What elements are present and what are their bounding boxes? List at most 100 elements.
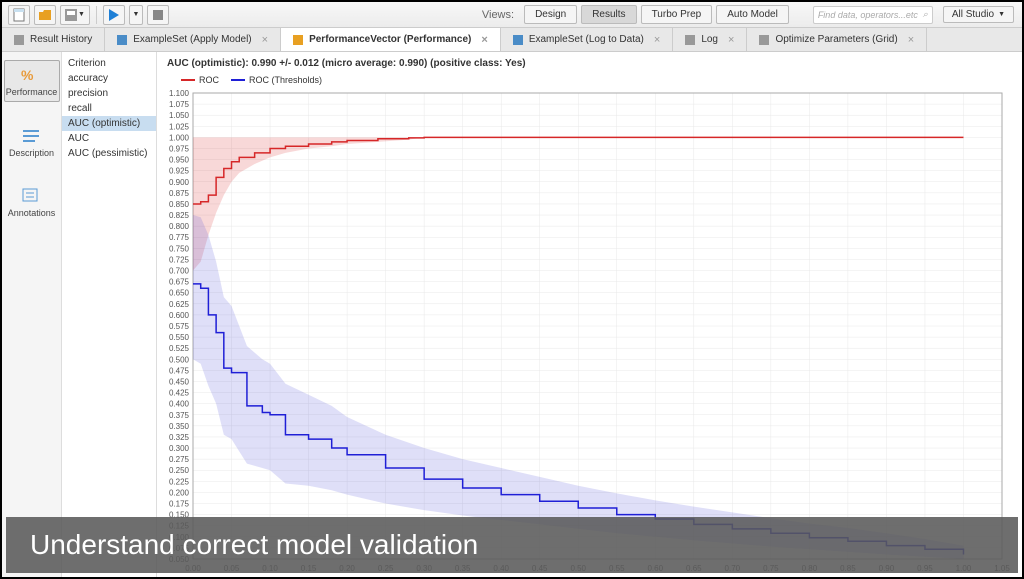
svg-text:0.700: 0.700 [169, 267, 190, 276]
criterion-item[interactable]: AUC [62, 131, 156, 146]
studio-dropdown[interactable]: All Studio ▼ [943, 6, 1014, 23]
sidebar-label: Performance [6, 87, 58, 97]
chart-area: AUC (optimistic): 0.990 +/- 0.012 (micro… [157, 52, 1022, 577]
tab-label: PerformanceVector (Performance) [309, 34, 471, 45]
chart-title: AUC (optimistic): 0.990 +/- 0.012 (micro… [157, 52, 1022, 75]
tab-label: ExampleSet (Log to Data) [529, 34, 644, 45]
legend-item: ROC (Thresholds) [231, 75, 322, 85]
chart-canvas: 0.0500.0750.1000.1250.1500.1750.2000.225… [157, 89, 1012, 577]
view-turbo-prep[interactable]: Turbo Prep [641, 5, 713, 24]
percent-icon: % [20, 65, 44, 85]
views-section: Views: Design Results Turbo Prep Auto Mo… [482, 5, 1018, 24]
svg-text:0.250: 0.250 [169, 466, 190, 475]
svg-text:%: % [21, 67, 34, 83]
tab-4[interactable]: Log× [673, 28, 747, 51]
criterion-item[interactable]: recall [62, 101, 156, 116]
svg-text:0.950: 0.950 [169, 156, 190, 165]
close-icon[interactable]: × [262, 34, 268, 46]
svg-text:0.725: 0.725 [169, 255, 190, 264]
svg-text:0.325: 0.325 [169, 433, 190, 442]
svg-text:0.425: 0.425 [169, 389, 190, 398]
stop-button[interactable] [147, 5, 169, 25]
svg-text:0.400: 0.400 [169, 400, 190, 409]
annot-icon [20, 186, 44, 206]
svg-text:0.825: 0.825 [169, 211, 190, 220]
tab-1[interactable]: ExampleSet (Apply Model) × [105, 28, 281, 51]
views-label: Views: [482, 9, 514, 21]
close-icon[interactable]: × [654, 34, 660, 46]
sidebar-item-annotations[interactable]: Annotations [4, 182, 60, 222]
svg-text:0.475: 0.475 [169, 366, 190, 375]
criterion-item[interactable]: accuracy [62, 71, 156, 86]
main-area: %PerformanceDescriptionAnnotations Crite… [2, 52, 1022, 577]
svg-text:0.650: 0.650 [169, 289, 190, 298]
svg-text:1.075: 1.075 [169, 100, 190, 109]
run-dropdown[interactable]: ▼ [129, 5, 143, 25]
close-icon[interactable]: × [481, 34, 487, 46]
svg-text:0.450: 0.450 [169, 377, 190, 386]
tab-5[interactable]: Optimize Parameters (Grid) × [747, 28, 927, 51]
svg-text:0.750: 0.750 [169, 244, 190, 253]
tab-0[interactable]: Result History [2, 28, 105, 51]
sidebar-label: Annotations [8, 208, 56, 218]
save-button[interactable]: ▼ [60, 5, 90, 25]
view-auto-model[interactable]: Auto Model [716, 5, 789, 24]
dropdown-label: All Studio [952, 9, 994, 20]
svg-text:1.050: 1.050 [169, 111, 190, 120]
new-doc-button[interactable] [8, 5, 30, 25]
svg-text:1.025: 1.025 [169, 122, 190, 131]
criterion-item[interactable]: AUC (optimistic) [62, 116, 156, 131]
chevron-down-icon: ▼ [998, 11, 1005, 18]
tab-label: Optimize Parameters (Grid) [775, 34, 897, 45]
close-icon[interactable]: × [908, 34, 914, 46]
sidebar-item-description[interactable]: Description [4, 122, 60, 162]
svg-text:0.875: 0.875 [169, 189, 190, 198]
svg-text:0.675: 0.675 [169, 278, 190, 287]
svg-text:0.525: 0.525 [169, 344, 190, 353]
caption-overlay: Understand correct model validation [6, 517, 1018, 573]
top-toolbar: ▼ ▼ Views: Design Results Turbo Prep Aut… [2, 2, 1022, 28]
lines-icon [20, 126, 44, 146]
svg-text:0.800: 0.800 [169, 222, 190, 231]
svg-text:1.000: 1.000 [169, 133, 190, 142]
svg-text:0.625: 0.625 [169, 300, 190, 309]
svg-text:0.925: 0.925 [169, 167, 190, 176]
svg-text:0.550: 0.550 [169, 333, 190, 342]
tab-icon [293, 35, 303, 45]
close-icon[interactable]: × [728, 34, 734, 46]
svg-text:0.375: 0.375 [169, 411, 190, 420]
svg-text:0.575: 0.575 [169, 322, 190, 331]
tab-icon [513, 35, 523, 45]
criterion-item[interactable]: precision [62, 86, 156, 101]
chart-legend: ROC ROC (Thresholds) [157, 75, 1022, 89]
svg-text:0.225: 0.225 [169, 477, 190, 486]
svg-text:0.900: 0.900 [169, 178, 190, 187]
tab-2[interactable]: PerformanceVector (Performance) × [281, 28, 501, 51]
view-results[interactable]: Results [581, 5, 636, 24]
tab-3[interactable]: ExampleSet (Log to Data) × [501, 28, 674, 51]
tab-label: Result History [30, 34, 92, 45]
svg-text:0.600: 0.600 [169, 311, 190, 320]
svg-text:0.975: 0.975 [169, 144, 190, 153]
chart-svg: 0.0500.0750.1000.1250.1500.1750.2000.225… [157, 89, 1012, 577]
caption-text: Understand correct model validation [30, 529, 478, 561]
tab-label: ExampleSet (Apply Model) [133, 34, 251, 45]
svg-text:0.300: 0.300 [169, 444, 190, 453]
svg-text:0.275: 0.275 [169, 455, 190, 464]
view-design[interactable]: Design [524, 5, 577, 24]
run-button[interactable] [103, 5, 125, 25]
search-input[interactable]: Find data, operators...etc ⌕ [813, 6, 933, 24]
legend-swatch [181, 79, 195, 81]
search-placeholder: Find data, operators...etc [818, 10, 918, 20]
open-folder-button[interactable] [34, 5, 56, 25]
legend-label: ROC (Thresholds) [249, 75, 322, 85]
legend-item: ROC [181, 75, 219, 85]
criterion-item[interactable]: AUC (pessimistic) [62, 146, 156, 161]
criterion-panel: CriterionaccuracyprecisionrecallAUC (opt… [62, 52, 157, 577]
tab-icon [759, 35, 769, 45]
legend-swatch [231, 79, 245, 81]
sidebar-item-performance[interactable]: % Performance [4, 60, 60, 102]
svg-text:0.500: 0.500 [169, 355, 190, 364]
tabs-row: Result HistoryExampleSet (Apply Model)×P… [2, 28, 1022, 52]
svg-text:0.175: 0.175 [169, 500, 190, 509]
